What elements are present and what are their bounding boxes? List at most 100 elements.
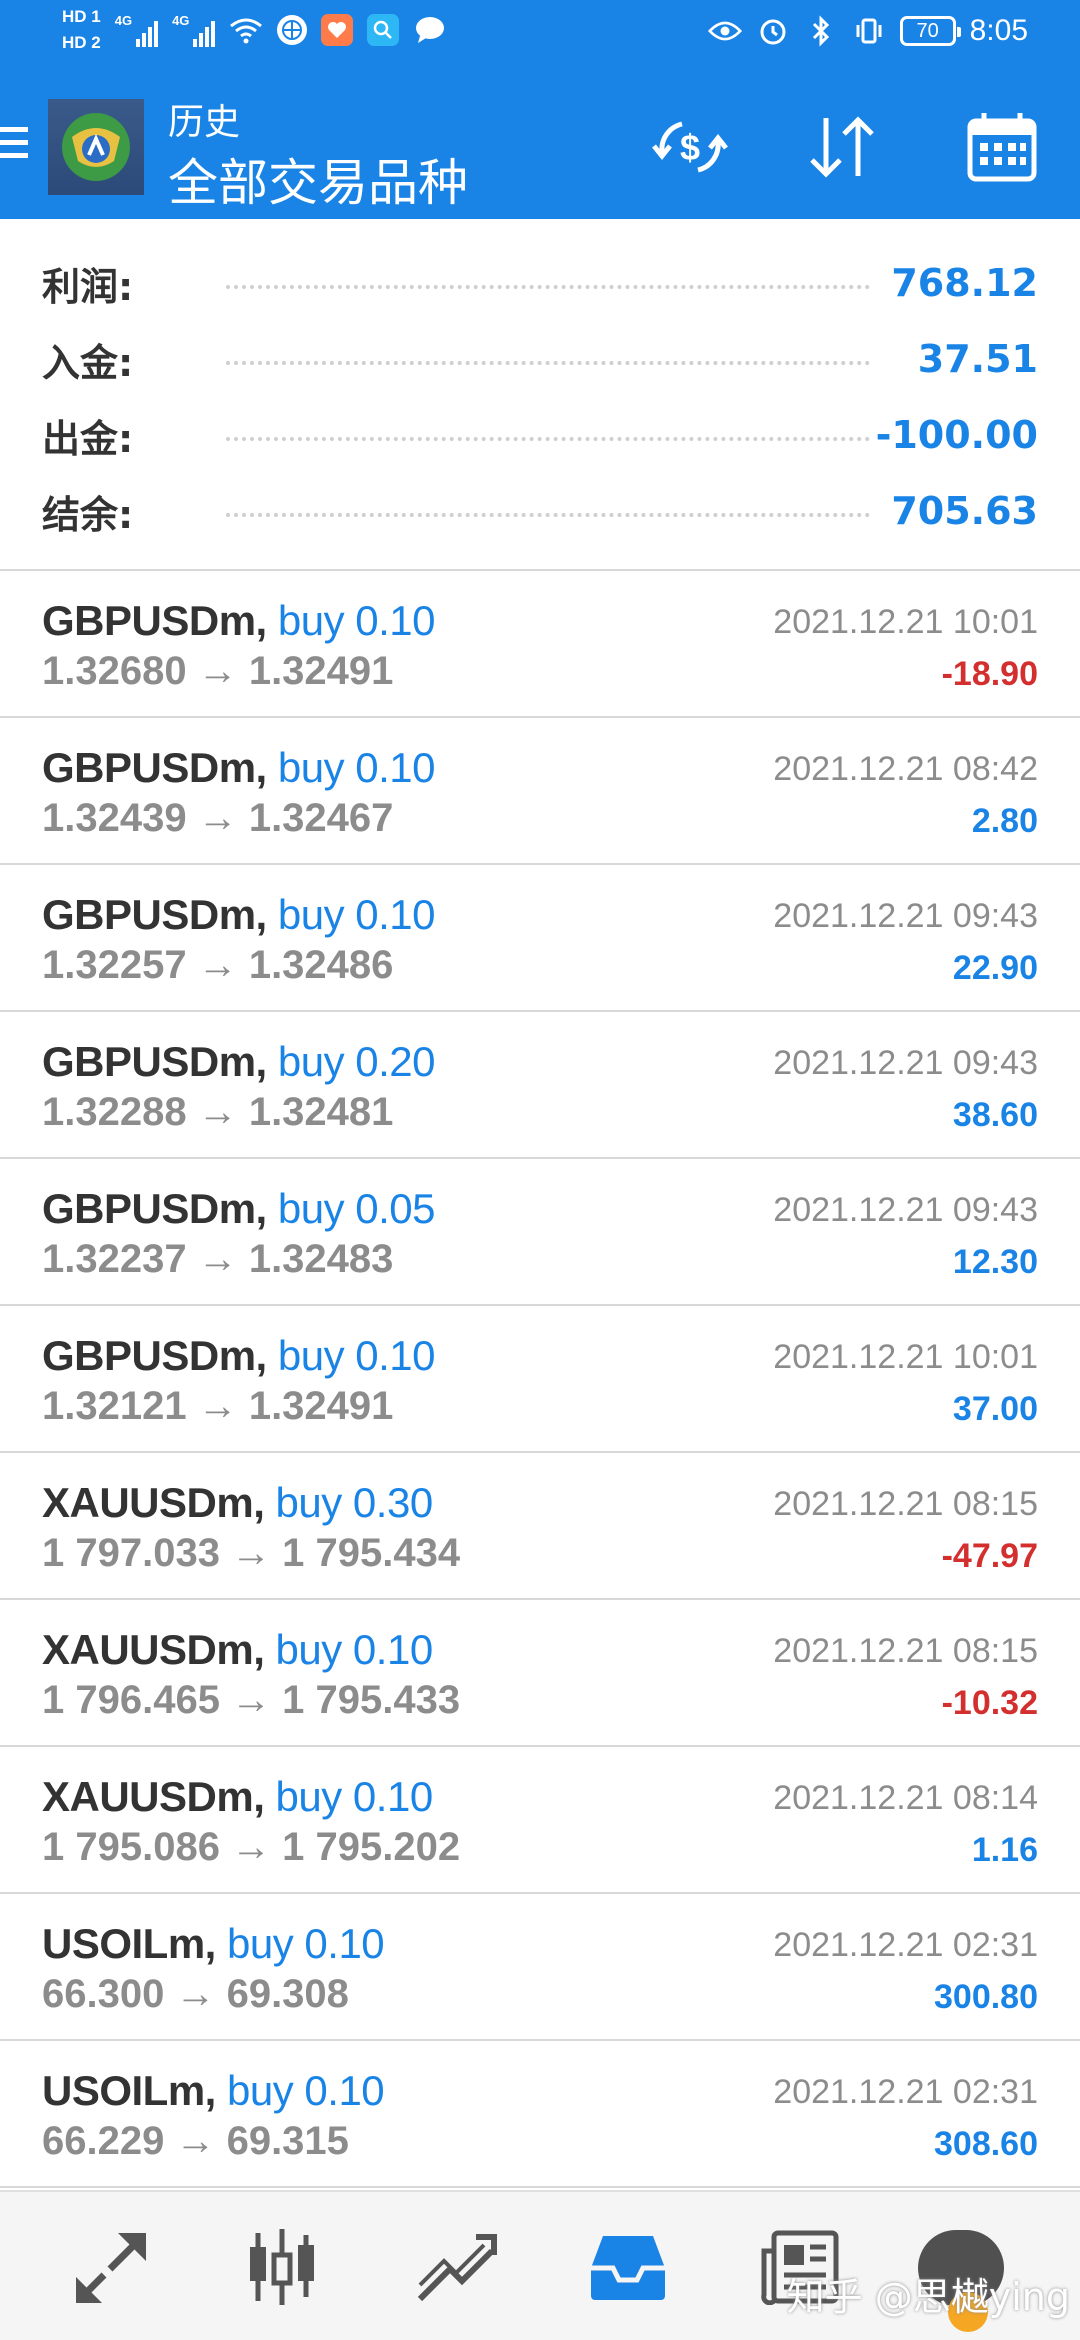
candlestick-icon	[250, 2229, 314, 2305]
leader-dots	[226, 285, 870, 289]
account-summary: 利润: 768.12 入金: 37.51 出金: -100.00 结余: 705…	[0, 219, 1080, 571]
nav-trade[interactable]	[62, 2222, 158, 2312]
health-app-icon	[321, 14, 354, 46]
trade-side: buy 0.10	[277, 891, 436, 938]
trade-symbol-line: GBPUSDm, buy 0.10	[42, 597, 436, 645]
sort-button[interactable]	[800, 105, 884, 189]
nav-quotes[interactable]	[234, 2222, 330, 2312]
trade-side: buy 0.10	[277, 597, 436, 644]
trade-prices: 1.32680 → 1.32491	[42, 649, 394, 693]
trade-prices: 1 797.033 → 1 795.434	[42, 1531, 461, 1575]
trade-side: buy 0.20	[277, 1038, 436, 1085]
trade-symbol: USOILm,	[42, 1920, 216, 1967]
trade-symbol: GBPUSDm,	[42, 1038, 267, 1085]
trade-symbol-line: XAUUSDm, buy 0.30	[42, 1479, 433, 1527]
search-app-icon	[367, 14, 400, 46]
menu-icon[interactable]	[0, 127, 28, 167]
signal-2-icon: 4G	[172, 13, 216, 47]
trade-row[interactable]: USOILm, buy 0.10 66.229 → 69.315 2021.12.2…	[0, 2041, 1080, 2188]
signal-1-icon: 4G	[114, 13, 159, 47]
trade-symbol: USOILm,	[42, 2067, 216, 2114]
summary-row-balance: 结余: 705.63	[0, 473, 1080, 549]
summary-label: 入金:	[42, 340, 134, 385]
trade-time: 2021.12.21 08:42	[773, 750, 1038, 788]
summary-row-withdrawal: 出金: -100.00	[0, 397, 1080, 473]
trade-time: 2021.12.21 08:15	[773, 1485, 1038, 1523]
trade-side: buy 0.10	[277, 744, 436, 791]
calendar-button[interactable]	[960, 105, 1044, 189]
currency-exchange-button[interactable]: $	[648, 105, 732, 189]
hd2-label: HD 2	[62, 33, 101, 52]
clock: 8:05	[969, 14, 1028, 47]
chart-trend-icon	[417, 2234, 497, 2302]
summary-row-profit: 利润: 768.12	[0, 245, 1080, 321]
net1-label: 4G	[114, 13, 133, 28]
trade-row[interactable]: XAUUSDm, buy 0.10 1 795.086 → 1 795.202 20…	[0, 1747, 1080, 1894]
trade-time: 2021.12.21 10:01	[773, 1338, 1038, 1376]
trade-row[interactable]: GBPUSDm, buy 0.20 1.32288 → 1.32481 2021.1…	[0, 1012, 1080, 1159]
bottom-nav: 知乎 @思樾ying	[0, 2190, 1080, 2340]
app-logo	[48, 99, 144, 195]
trade-row[interactable]: GBPUSDm, buy 0.10 1.32121 → 1.32491 2021.1…	[0, 1306, 1080, 1453]
trade-symbol: GBPUSDm,	[42, 744, 267, 791]
trade-profit: 1.16	[971, 1831, 1038, 1869]
calendar-icon	[967, 113, 1037, 182]
trade-symbol: XAUUSDm,	[42, 1773, 265, 1820]
trade-symbol-line: GBPUSDm, buy 0.10	[42, 891, 436, 939]
summary-value: 37.51	[917, 337, 1038, 381]
trade-row[interactable]: GBPUSDm, buy 0.10 1.32680 → 1.32491 2021.1…	[0, 571, 1080, 718]
trade-prices: 1.32288 → 1.32481	[42, 1090, 394, 1134]
currency-exchange-icon: $	[652, 121, 728, 173]
top-bar: HD 1 HD 2 4G 4G 70 8:05 历史 全部交易品种 $	[0, 0, 1080, 219]
hd1-label: HD 1	[62, 7, 101, 26]
battery-level: 70	[916, 19, 939, 42]
hd-indicators: HD 1 HD 2	[62, 6, 101, 54]
summary-value: 768.12	[891, 261, 1038, 305]
trade-symbol-line: XAUUSDm, buy 0.10	[42, 1773, 433, 1821]
trade-row[interactable]: GBPUSDm, buy 0.05 1.32237 → 1.32483 2021.1…	[0, 1159, 1080, 1306]
trade-side: buy 0.10	[227, 1920, 385, 1967]
trade-symbol-line: GBPUSDm, buy 0.05	[42, 1185, 436, 1233]
trade-prices: 1.32439 → 1.32467	[42, 796, 394, 840]
trade-symbol-line: GBPUSDm, buy 0.20	[42, 1038, 436, 1086]
trade-side: buy 0.10	[227, 2067, 385, 2114]
trade-row[interactable]: GBPUSDm, buy 0.10 1.32439 → 1.32467 2021.1…	[0, 718, 1080, 865]
trade-row[interactable]: USOILm, buy 0.10 66.300 → 69.308 2021.12.2…	[0, 1894, 1080, 2041]
summary-label: 结余:	[42, 492, 134, 537]
trade-symbol: XAUUSDm,	[42, 1626, 265, 1673]
trade-side: buy 0.30	[275, 1479, 434, 1526]
trade-symbol-line: XAUUSDm, buy 0.10	[42, 1626, 433, 1674]
trade-row[interactable]: GBPUSDm, buy 0.10 1.32257 → 1.32486 2021.1…	[0, 865, 1080, 1012]
trade-time: 2021.12.21 10:01	[773, 603, 1038, 641]
net2-label: 4G	[172, 13, 190, 28]
trade-prices: 1.32121 → 1.32491	[42, 1384, 394, 1428]
vibrate-icon	[852, 14, 886, 48]
trade-profit: 38.60	[952, 1096, 1038, 1134]
summary-label: 利润:	[42, 264, 134, 309]
trade-time: 2021.12.21 02:31	[773, 2073, 1038, 2111]
summary-label: 出金:	[42, 416, 134, 461]
trade-time: 2021.12.21 02:31	[773, 1926, 1038, 1964]
trade-side: buy 0.10	[275, 1626, 434, 1673]
trade-time: 2021.12.21 08:14	[773, 1779, 1038, 1817]
page-subtitle: 历史	[168, 102, 241, 143]
trade-profit: 308.60	[934, 2125, 1038, 2163]
status-right: 70 8:05	[707, 14, 1028, 48]
alarm-icon	[756, 14, 790, 48]
leader-dots	[226, 437, 870, 441]
trade-time: 2021.12.21 09:43	[773, 1191, 1038, 1229]
bluetooth-icon	[804, 14, 838, 48]
summary-row-deposit: 入金: 37.51	[0, 321, 1080, 397]
trade-row[interactable]: XAUUSDm, buy 0.30 1 797.033 → 1 795.434 20…	[0, 1453, 1080, 1600]
trade-row[interactable]: XAUUSDm, buy 0.10 1 796.465 → 1 795.433 20…	[0, 1600, 1080, 1747]
trade-symbol: GBPUSDm,	[42, 1332, 267, 1379]
trade-prices: 66.300 → 69.308	[42, 1972, 349, 2016]
trade-symbol-line: GBPUSDm, buy 0.10	[42, 1332, 436, 1380]
nav-chart[interactable]	[408, 2222, 504, 2312]
trade-profit: 37.00	[952, 1390, 1038, 1428]
page-title[interactable]: 全部交易品种	[168, 143, 468, 215]
trade-side: buy 0.10	[275, 1773, 434, 1820]
nav-history[interactable]	[580, 2222, 676, 2312]
app-bar: 历史 全部交易品种 $	[0, 75, 1080, 219]
status-bar: HD 1 HD 2 4G 4G 70 8:05	[0, 0, 1080, 75]
